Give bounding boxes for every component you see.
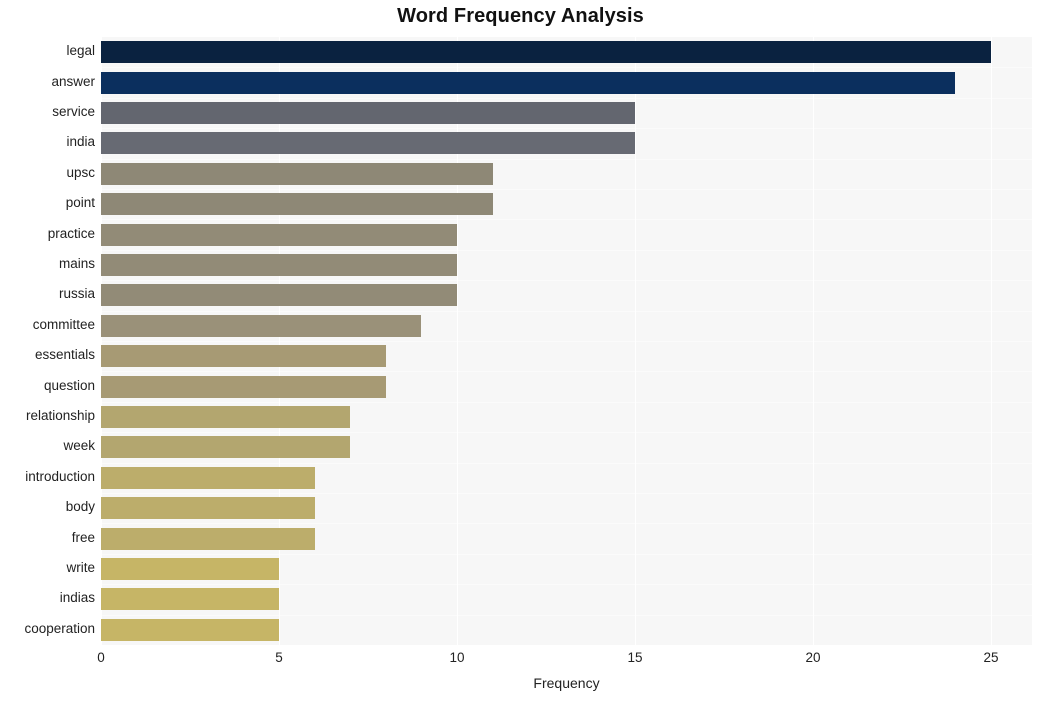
y-tick-label-service: service xyxy=(52,104,95,119)
bar[interactable] xyxy=(101,375,386,398)
bar[interactable] xyxy=(101,314,422,337)
y-tick-label-question: question xyxy=(43,377,95,393)
gridline-y xyxy=(101,554,1032,555)
bar[interactable] xyxy=(101,558,279,580)
gridline-y xyxy=(101,523,1032,524)
y-tick-label-week: week xyxy=(63,438,95,454)
gridline-y xyxy=(101,311,1032,312)
bar[interactable] xyxy=(101,162,493,185)
gridline-y xyxy=(101,463,1032,464)
x-tick-label-20: 20 xyxy=(805,650,821,665)
gridline-x-15 xyxy=(635,37,637,645)
bar[interactable] xyxy=(101,436,351,459)
gridline-y xyxy=(101,219,1032,220)
bar[interactable] xyxy=(101,527,315,550)
x-tick-label-5: 5 xyxy=(275,650,283,665)
bar[interactable] xyxy=(101,71,956,94)
y-tick-label-relationship: relationship xyxy=(25,408,95,423)
gridline-y xyxy=(101,432,1032,433)
bar[interactable] xyxy=(101,254,458,276)
bar[interactable] xyxy=(101,193,493,216)
word-frequency-bar-chart: Word Frequency Analysis legal answer servi… xyxy=(0,0,1041,701)
gridline-y xyxy=(101,402,1032,403)
gridline-x-20 xyxy=(813,37,815,645)
y-tick-label-point: point xyxy=(65,195,95,211)
gridline-x-25 xyxy=(991,37,993,645)
y-tick-label-body: body xyxy=(65,499,95,515)
x-axis-tick-labels: 0 5 10 15 20 25 xyxy=(0,650,1041,672)
gridline-y xyxy=(101,159,1032,160)
gridline-y xyxy=(101,371,1032,372)
bar[interactable] xyxy=(101,406,351,428)
bar[interactable] xyxy=(101,102,636,124)
gridline-y xyxy=(101,584,1032,585)
y-axis-tick-labels: legal answer service india upsc point practice… xyxy=(0,37,95,645)
bar[interactable] xyxy=(101,497,315,520)
y-tick-label-indias: indias xyxy=(59,590,95,606)
y-tick-label-cooperation: cooperation xyxy=(24,620,95,636)
gridline-y xyxy=(101,280,1032,281)
y-tick-label-essentials: essentials xyxy=(34,347,95,363)
gridline-y xyxy=(101,341,1032,342)
bar[interactable] xyxy=(101,223,458,246)
bar[interactable] xyxy=(101,345,386,368)
x-tick-label-10: 10 xyxy=(449,650,465,665)
y-tick-label-russia: russia xyxy=(58,286,95,302)
x-axis-title: Frequency xyxy=(533,675,600,691)
chart-title: Word Frequency Analysis xyxy=(397,5,644,27)
bar[interactable] xyxy=(101,284,458,307)
x-tick-label-0: 0 xyxy=(97,650,105,665)
gridline-y xyxy=(101,250,1032,251)
bar[interactable] xyxy=(101,132,636,155)
y-tick-label-practice: practice xyxy=(47,225,95,241)
gridline-x-10 xyxy=(457,37,459,645)
bar[interactable] xyxy=(101,466,315,489)
bar[interactable] xyxy=(101,41,992,64)
x-tick-label-15: 15 xyxy=(627,650,643,665)
y-tick-label-legal: legal xyxy=(66,43,95,59)
y-tick-label-write: write xyxy=(66,560,95,575)
y-tick-label-mains: mains xyxy=(58,256,95,271)
y-tick-label-india: india xyxy=(66,134,95,150)
gridline-x-5 xyxy=(279,37,280,645)
bar[interactable] xyxy=(101,618,279,641)
y-tick-label-answer: answer xyxy=(51,73,95,89)
gridline-y xyxy=(101,128,1032,129)
y-tick-label-introduction: introduction xyxy=(25,468,95,484)
x-tick-label-25: 25 xyxy=(983,650,999,665)
gridline-y xyxy=(101,615,1032,616)
gridline-y xyxy=(101,493,1032,494)
gridline-y xyxy=(101,98,1032,99)
y-tick-label-upsc: upsc xyxy=(66,164,95,180)
y-tick-label-free: free xyxy=(71,529,95,545)
plot-area xyxy=(101,37,1032,645)
y-tick-label-committee: committee xyxy=(32,316,95,332)
gridline-x-0 xyxy=(101,37,102,645)
bar[interactable] xyxy=(101,588,279,611)
gridline-y xyxy=(101,67,1032,68)
gridline-y xyxy=(101,189,1032,190)
